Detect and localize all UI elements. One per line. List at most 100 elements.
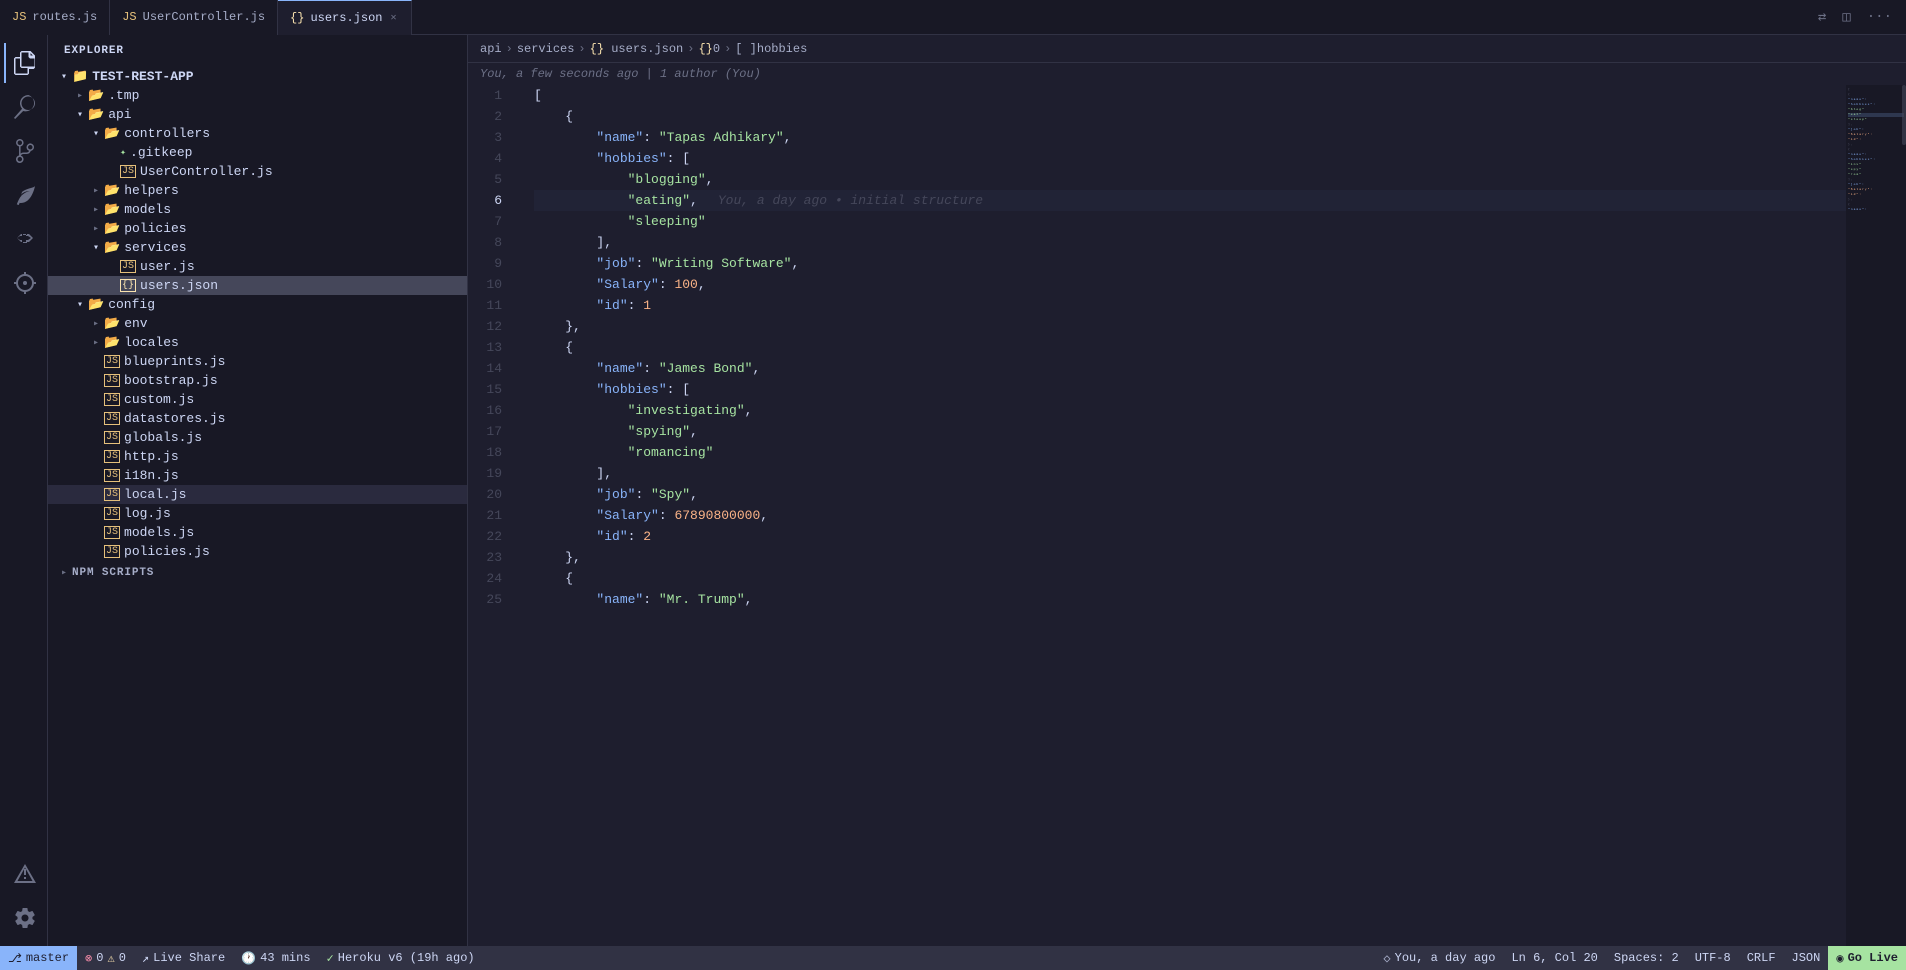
errors-status[interactable]: ⊗ 0 ⚠ 0 (77, 946, 134, 970)
sidebar-item-blueprints[interactable]: JS blueprints.js (48, 352, 467, 371)
sidebar-item-services[interactable]: ▾ 📂 services (48, 238, 467, 257)
code-line-5: "blogging", (534, 169, 1846, 190)
breadcrumb-obj[interactable]: {}0 (698, 42, 720, 56)
tab-users-json[interactable]: {} users.json ✕ (278, 0, 411, 35)
live-share-icon: ↗ (142, 951, 149, 966)
activity-warnings[interactable] (4, 854, 44, 894)
time-status[interactable]: 🕐 43 mins (233, 946, 318, 970)
js-file-icon: JS (104, 374, 120, 387)
line-numbers: 1 2 3 4 5 6 7 8 9 10 11 12 13 14 15 16 1 (468, 85, 518, 946)
sidebar-item-users-json[interactable]: {} users.json (48, 276, 467, 295)
sidebar-item-i18n[interactable]: JS i18n.js (48, 466, 467, 485)
project-root[interactable]: ▾ 📁 TEST-REST-APP (48, 67, 467, 86)
title-bar-actions: ⇄ ◫ ··· (1804, 7, 1906, 28)
line-ending-status[interactable]: CRLF (1739, 946, 1784, 970)
cursor-position[interactable]: Ln 6, Col 20 (1503, 946, 1605, 970)
tab-label: users.json (310, 11, 382, 25)
folder-icon: 📂 (104, 221, 120, 236)
sidebar-item-controllers[interactable]: ▾ 📂 controllers (48, 124, 467, 143)
activity-explorer[interactable] (4, 43, 44, 83)
activity-search[interactable] (4, 87, 44, 127)
sidebar-item-api[interactable]: ▾ 📂 api (48, 105, 467, 124)
breadcrumb-sep: › (724, 42, 731, 56)
app-container: JS routes.js JS UserController.js {} use… (0, 0, 1906, 970)
tab-user-controller[interactable]: JS UserController.js (110, 0, 278, 35)
tree-label: .tmp (108, 88, 139, 103)
more-actions-icon[interactable]: ··· (1863, 7, 1896, 27)
tree-label: services (124, 240, 186, 255)
sidebar-item-datastores[interactable]: JS datastores.js (48, 409, 467, 428)
folder-icon: 📂 (104, 202, 120, 217)
js-file-icon: JS (122, 10, 136, 24)
tab-area: JS routes.js JS UserController.js {} use… (0, 0, 1804, 35)
chevron-right-icon: ▸ (88, 204, 104, 216)
sidebar-item-log[interactable]: JS log.js (48, 504, 467, 523)
breadcrumb-sep: › (687, 42, 694, 56)
sidebar-item-policies-js[interactable]: JS policies.js (48, 542, 467, 561)
js-file-icon: JS (120, 260, 136, 273)
breadcrumb-file[interactable]: {} users.json (590, 42, 684, 56)
breadcrumb-arr[interactable]: [ ]hobbies (735, 42, 807, 56)
sidebar-item-policies[interactable]: ▸ 📂 policies (48, 219, 467, 238)
sidebar-item-http[interactable]: JS http.js (48, 447, 467, 466)
minimap[interactable]: [ { "name": "hobbies": "blog" "eat" "sle… (1846, 85, 1906, 946)
sidebar-item-locales[interactable]: ▸ 📂 locales (48, 333, 467, 352)
chevron-right-icon: ▸ (56, 567, 72, 579)
breadcrumb-services[interactable]: services (517, 42, 575, 56)
language-status[interactable]: JSON (1784, 946, 1829, 970)
breadcrumb-api[interactable]: api (480, 42, 502, 56)
check-icon: ✓ (327, 951, 334, 966)
tab-close-button[interactable]: ✕ (388, 10, 398, 26)
sidebar-item-custom[interactable]: JS custom.js (48, 390, 467, 409)
go-live-button[interactable]: ◉ Go Live (1828, 946, 1906, 970)
tree-label: users.json (140, 278, 218, 293)
chevron-down-icon: ▾ (72, 109, 88, 121)
sidebar-item-gitkeep[interactable]: ✦ .gitkeep (48, 143, 467, 162)
live-share-status[interactable]: ↗ Live Share (134, 946, 233, 970)
sidebar-item-env[interactable]: ▸ 📂 env (48, 314, 467, 333)
sidebar-item-models[interactable]: ▸ 📂 models (48, 200, 467, 219)
minimap-content: [ { "name": "hobbies": "blog" "eat" "sle… (1846, 85, 1906, 215)
encoding-status[interactable]: UTF-8 (1687, 946, 1739, 970)
line-ending-label: CRLF (1747, 951, 1776, 965)
sidebar-item-bootstrap[interactable]: JS bootstrap.js (48, 371, 467, 390)
code-content[interactable]: [ { "name": "Tapas Adhikary", "hobbies":… (518, 85, 1846, 946)
code-line-17: "spying", (534, 421, 1846, 442)
activity-extensions[interactable] (4, 219, 44, 259)
activity-run-debug[interactable] (4, 175, 44, 215)
activity-settings[interactable] (4, 898, 44, 938)
sidebar-item-tmp[interactable]: ▸ 📂 .tmp (48, 86, 467, 105)
split-editor-icon[interactable]: ◫ (1838, 7, 1854, 28)
npm-scripts-section[interactable]: ▸ NPM SCRIPTS (48, 565, 467, 581)
js-file-icon: JS (104, 488, 120, 501)
js-file-icon: JS (120, 165, 136, 178)
sidebar-item-usercontroller[interactable]: JS UserController.js (48, 162, 467, 181)
code-line-15: "hobbies": [ (534, 379, 1846, 400)
code-editor: 1 2 3 4 5 6 7 8 9 10 11 12 13 14 15 16 1 (468, 85, 1906, 946)
chevron-right-icon: ▸ (88, 337, 104, 349)
activity-source-control[interactable] (4, 131, 44, 171)
heroku-status[interactable]: ✓ Heroku v6 (19h ago) (319, 946, 483, 970)
spaces-status[interactable]: Spaces: 2 (1606, 946, 1687, 970)
blame-text: You, a few seconds ago | 1 author (You) (480, 67, 761, 81)
chevron-down-icon: ▾ (56, 71, 72, 83)
sidebar-item-models-js[interactable]: JS models.js (48, 523, 467, 542)
error-icon: ⊗ (85, 951, 92, 966)
sidebar-item-helpers[interactable]: ▸ 📂 helpers (48, 181, 467, 200)
blame-status[interactable]: ◇ You, a day ago (1375, 946, 1503, 970)
folder-open-icon: 📂 (104, 126, 120, 141)
activity-remote[interactable] (4, 263, 44, 303)
code-line-22: "id": 2 (534, 526, 1846, 547)
diff-icon[interactable]: ⇄ (1814, 7, 1830, 28)
code-line-4: "hobbies": [ (534, 148, 1846, 169)
sidebar-item-config[interactable]: ▾ 📂 config (48, 295, 467, 314)
sidebar-item-local[interactable]: JS local.js (48, 485, 467, 504)
tab-routes-js[interactable]: JS routes.js (0, 0, 110, 35)
time-label: 43 mins (260, 951, 310, 965)
tree-label: globals.js (124, 430, 202, 445)
sidebar-item-user-js[interactable]: JS user.js (48, 257, 467, 276)
tree-label: log.js (124, 506, 171, 521)
sidebar-item-globals[interactable]: JS globals.js (48, 428, 467, 447)
blame-right-text: ◇ (1383, 951, 1390, 966)
git-branch-status[interactable]: ⎇ master (0, 946, 77, 970)
